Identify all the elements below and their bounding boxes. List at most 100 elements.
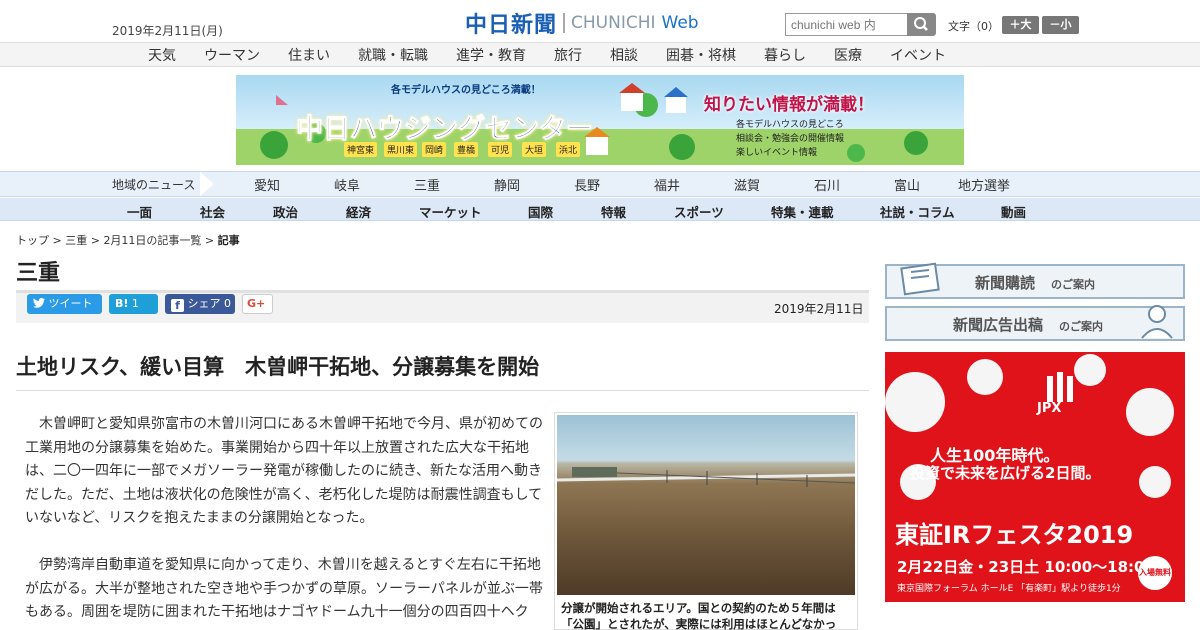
region-item[interactable]: 愛知: [254, 175, 280, 194]
ad-brand: JPX: [1037, 401, 1062, 416]
banner-tag: 黒川東: [384, 142, 418, 157]
font-smaller-button[interactable]: －小: [1042, 16, 1079, 34]
genre-item[interactable]: スポーツ: [674, 202, 724, 221]
category-item[interactable]: 天気: [148, 45, 176, 65]
category-item[interactable]: イベント: [890, 45, 946, 65]
font-size-label: 文字（0）: [948, 20, 999, 33]
advertise-button[interactable]: 新聞広告出稿 のご案内: [885, 305, 1185, 341]
region-item[interactable]: 福井: [654, 175, 680, 194]
site-logo[interactable]: 中日新聞 CHUNICHI Web: [465, 8, 699, 38]
hatena-bookmark-button[interactable]: B! 1: [109, 294, 158, 314]
category-item[interactable]: 住まい: [288, 45, 330, 65]
search-button[interactable]: [907, 13, 936, 36]
banner-tagline: 知りたい情報が満載！: [704, 95, 874, 115]
category-item[interactable]: 暮らし: [764, 45, 806, 65]
ad-free-badge: 入場無料: [1138, 556, 1172, 590]
banner-tag: 大垣: [522, 142, 547, 157]
banner-tag: 浜北: [556, 142, 581, 157]
divider: [16, 390, 869, 391]
category-item[interactable]: 進学・教育: [456, 45, 526, 65]
breadcrumb-section-link[interactable]: 三重: [65, 234, 87, 247]
region-item[interactable]: 静岡: [494, 175, 520, 194]
genre-item[interactable]: 動画: [1001, 202, 1026, 221]
banner-list-item: 各モデルハウスの見どころ: [736, 120, 844, 130]
banner-tag: 岡崎: [422, 142, 447, 157]
banner-list-item: 楽しいイベント情報: [736, 148, 818, 158]
photo-landscape: [557, 467, 855, 487]
region-item[interactable]: 地方選挙: [958, 175, 1010, 194]
section-title: 三重: [16, 261, 61, 286]
genre-item[interactable]: 政治: [273, 202, 298, 221]
facebook-icon: f: [171, 299, 184, 312]
subscribe-label: 新聞購読: [975, 274, 1036, 292]
facebook-share-button[interactable]: f シェア 0: [165, 294, 235, 314]
photo-caption: 分譲が開始されるエリア。国との契約のため５年間は「公園」とされたが、実際には利用…: [561, 601, 837, 630]
facebook-share-count: 0: [224, 297, 231, 310]
search-icon: [914, 17, 928, 31]
hatena-count: 1: [131, 297, 139, 310]
article-headline: 土地リスク、緩い目算 木曽岬干拓地、分譲募集を開始: [16, 355, 540, 379]
genre-item[interactable]: マーケット: [419, 202, 482, 221]
genre-item[interactable]: 特報: [601, 202, 626, 221]
facebook-share-label: シェア: [187, 297, 221, 310]
genre-item[interactable]: 国際: [528, 202, 553, 221]
article-paragraph: 伊勢湾岸自動車道を愛知県に向かって走り、木曽川を越えるとすぐ左右に干拓地が広がる…: [25, 557, 543, 620]
genre-item[interactable]: 社会: [200, 202, 225, 221]
genre-item[interactable]: 一面: [127, 202, 152, 221]
font-bigger-button[interactable]: ＋大: [1002, 16, 1039, 34]
region-item[interactable]: 富山: [894, 175, 920, 194]
breadcrumb-list-link[interactable]: 2月11日の記事一覧: [103, 234, 201, 247]
logo-web: Web: [661, 13, 699, 33]
banner-tag: 可児: [488, 142, 513, 157]
tweet-button[interactable]: ツイート: [27, 294, 102, 314]
region-item[interactable]: 石川: [814, 175, 840, 194]
breadcrumb-top-link[interactable]: トップ: [16, 234, 49, 247]
category-item[interactable]: 医療: [834, 45, 862, 65]
article-paragraph: 木曽岬町と愛知県弥富市の木曽川河口にある木曽岬干拓地で今月、県が初めての工業用地…: [25, 416, 543, 526]
logo-english: CHUNICHI: [571, 13, 656, 33]
genre-item[interactable]: 経済: [346, 202, 371, 221]
article-photo[interactable]: [557, 415, 855, 595]
advertise-label: 新聞広告出稿: [953, 316, 1044, 334]
breadcrumb: トップ > 三重 > 2月11日の記事一覧 > 記事: [16, 232, 240, 248]
search-input[interactable]: [785, 13, 908, 36]
tweet-label: ツイート: [48, 297, 93, 310]
header-date: 2019年2月11日(月): [112, 24, 223, 38]
category-item[interactable]: 旅行: [554, 45, 582, 65]
newspaper-icon: [900, 262, 940, 296]
banner-list-item: 相談会・勉強会の開催情報: [736, 134, 845, 144]
hatena-icon: B!: [115, 297, 129, 310]
region-item[interactable]: 長野: [574, 175, 600, 194]
category-item[interactable]: 就職・転職: [358, 45, 428, 65]
banner-subtitle: 各モデルハウスの見どころ満載！: [391, 85, 541, 96]
person-icon: [1141, 305, 1173, 339]
category-item[interactable]: 相談: [610, 45, 638, 65]
ad-venue: 東京国際フォーラム ホールE 「有楽町」駅より徒歩1分: [897, 584, 1121, 594]
genre-item[interactable]: 社説・コラム: [880, 202, 955, 221]
subscribe-sublabel: のご案内: [1051, 278, 1095, 291]
ad-title: 東証IRフェスタ2019: [895, 521, 1134, 549]
logo-japanese: 中日新聞: [465, 12, 558, 38]
category-item[interactable]: ウーマン: [204, 45, 260, 65]
breadcrumb-separator: >: [49, 234, 66, 247]
breadcrumb-separator: >: [87, 234, 104, 247]
genre-item[interactable]: 特集・連載: [771, 202, 834, 221]
region-nav-label: 地域のニュース: [112, 178, 196, 192]
breadcrumb-current: 記事: [217, 234, 240, 247]
google-plus-button[interactable]: G+: [242, 294, 273, 314]
article-date: 2019年2月11日: [774, 302, 864, 316]
ad-headline-2: 投資で未来を広げる2日間。: [910, 464, 1101, 482]
twitter-icon: [33, 298, 45, 308]
subscribe-button[interactable]: 新聞購読 のご案内: [885, 262, 1185, 299]
housing-center-banner[interactable]: 各モデルハウスの見どころ満載！ 中日ハウジングセンター 知りたい情報が満載！ 各…: [236, 75, 964, 165]
banner-title: 中日ハウジングセンター: [296, 114, 594, 146]
banner-tag: 豊橋: [454, 142, 479, 157]
breadcrumb-separator: >: [201, 234, 218, 247]
region-item[interactable]: 滋賀: [734, 175, 760, 194]
banner-tag: 神宮東: [344, 142, 378, 157]
region-item[interactable]: 三重: [414, 175, 440, 194]
region-item[interactable]: 岐阜: [334, 175, 360, 194]
category-item[interactable]: 囲碁・将棋: [666, 45, 736, 65]
logo-divider: [563, 13, 566, 33]
advertise-sublabel: のご案内: [1059, 320, 1103, 333]
